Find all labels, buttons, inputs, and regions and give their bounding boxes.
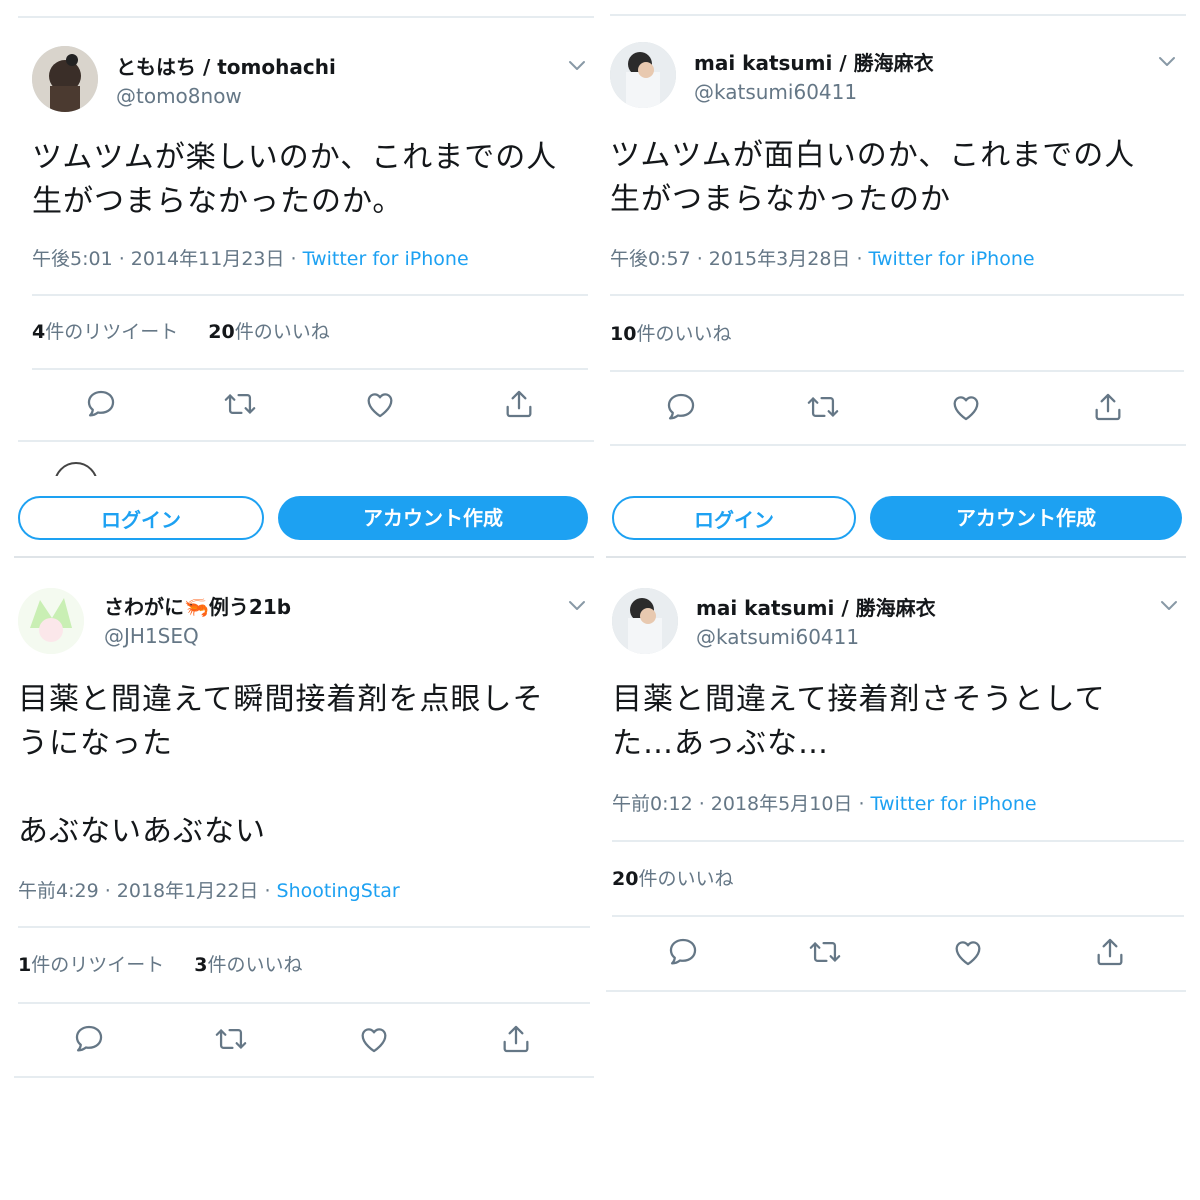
tweet-timestamp: 午前0:12 · 2018年5月10日 · bbox=[612, 793, 871, 815]
divider bbox=[14, 1076, 594, 1078]
panel-divider bbox=[606, 556, 1186, 558]
tweet-text: ツムツムが楽しいのか、これまでの人 生がつまらなかったのか。 bbox=[32, 140, 558, 219]
reply-icon[interactable] bbox=[666, 935, 700, 969]
avatar[interactable] bbox=[610, 42, 676, 108]
divider bbox=[18, 1002, 590, 1004]
tweet-text: ツムツムが面白いのか、これまでの人 生がつまらなかったのか bbox=[610, 138, 1136, 217]
tweet-card-2: mai katsumi / 勝海麻衣 @katsumi60411 ツムツムが面白… bbox=[606, 0, 1186, 560]
divider bbox=[18, 440, 594, 442]
user-handle[interactable]: @katsumi60411 bbox=[696, 624, 859, 650]
retweet-count[interactable]: 1件のリツイート bbox=[18, 954, 164, 976]
chevron-down-icon[interactable] bbox=[568, 600, 586, 612]
user-handle[interactable]: @tomo8now bbox=[116, 83, 242, 109]
tweet-timestamp: 午前4:29 · 2018年1月22日 · bbox=[18, 880, 277, 902]
tweet-text: 目薬と間違えて瞬間接着剤を点眼しそ うになった あぶないあぶない bbox=[18, 682, 544, 849]
tweet-timestamp: 午後5:01 · 2014年11月23日 · bbox=[32, 248, 303, 270]
tweet-meta: 午前0:12 · 2018年5月10日 · Twitter for iPhone bbox=[612, 791, 1037, 817]
login-button[interactable]: ログイン bbox=[18, 496, 264, 540]
like-count[interactable]: 3件のいいね bbox=[194, 954, 302, 976]
tweet-source-link[interactable]: ShootingStar bbox=[277, 880, 400, 902]
heart-icon[interactable] bbox=[949, 390, 983, 424]
tweet-stats: 20件のいいね bbox=[612, 866, 733, 892]
user-handle[interactable]: @katsumi60411 bbox=[694, 79, 857, 105]
avatar[interactable] bbox=[32, 46, 98, 112]
signup-button[interactable]: アカウント作成 bbox=[278, 496, 588, 540]
tweet-card-1: ともはち / tomohachi @tomo8now ツムツムが楽しいのか、これ… bbox=[14, 0, 594, 560]
avatar[interactable] bbox=[612, 588, 678, 654]
divider bbox=[612, 915, 1184, 917]
tweet-source-link[interactable]: Twitter for iPhone bbox=[871, 793, 1037, 815]
retweet-count[interactable]: 4件のリツイート bbox=[32, 321, 178, 343]
like-count[interactable]: 10件のいいね bbox=[610, 323, 731, 345]
divider bbox=[612, 840, 1184, 842]
reply-icon[interactable] bbox=[84, 387, 118, 421]
display-name[interactable]: mai katsumi / 勝海麻衣 bbox=[694, 50, 934, 76]
next-tweet-peek bbox=[44, 458, 104, 476]
tweet-meta: 午後5:01 · 2014年11月23日 · Twitter for iPhon… bbox=[32, 246, 469, 272]
tweet-card-4: mai katsumi / 勝海麻衣 @katsumi60411 目薬と間違えて… bbox=[606, 560, 1186, 1000]
tweet-text: 目薬と間違えて接着剤さそうとして た…あっぶな… bbox=[612, 682, 1106, 761]
chevron-down-icon[interactable] bbox=[568, 60, 586, 72]
tweet-source-link[interactable]: Twitter for iPhone bbox=[303, 248, 469, 270]
divider bbox=[606, 990, 1186, 992]
like-count[interactable]: 20件のいいね bbox=[612, 868, 733, 890]
login-button[interactable]: ログイン bbox=[612, 496, 856, 540]
chevron-down-icon[interactable] bbox=[1160, 600, 1178, 612]
retweet-icon[interactable] bbox=[214, 1022, 248, 1056]
tweet-stats: 1件のリツイート 3件のいいね bbox=[18, 952, 303, 978]
panel-divider bbox=[14, 556, 594, 558]
divider bbox=[18, 926, 590, 928]
share-icon[interactable] bbox=[499, 1022, 533, 1056]
tweet-source-link[interactable]: Twitter for iPhone bbox=[869, 248, 1035, 270]
signup-button[interactable]: アカウント作成 bbox=[870, 496, 1182, 540]
tweet-meta: 午前4:29 · 2018年1月22日 · ShootingStar bbox=[18, 878, 400, 904]
top-divider bbox=[610, 14, 1186, 16]
reply-icon[interactable] bbox=[664, 390, 698, 424]
share-icon[interactable] bbox=[1093, 935, 1127, 969]
reply-icon[interactable] bbox=[72, 1022, 106, 1056]
divider bbox=[610, 294, 1184, 296]
tweet-meta: 午後0:57 · 2015年3月28日 · Twitter for iPhone bbox=[610, 246, 1035, 272]
tweet-stats: 4件のリツイート 20件のいいね bbox=[32, 319, 330, 345]
share-icon[interactable] bbox=[502, 387, 536, 421]
divider bbox=[32, 368, 588, 370]
share-icon[interactable] bbox=[1091, 390, 1125, 424]
like-count[interactable]: 20件のいいね bbox=[208, 321, 329, 343]
display-name[interactable]: mai katsumi / 勝海麻衣 bbox=[696, 595, 936, 621]
display-name[interactable]: ともはち / tomohachi bbox=[116, 54, 336, 80]
retweet-icon[interactable] bbox=[808, 935, 842, 969]
tweet-timestamp: 午後0:57 · 2015年3月28日 · bbox=[610, 248, 869, 270]
heart-icon[interactable] bbox=[357, 1022, 391, 1056]
user-handle[interactable]: @JH1SEQ bbox=[104, 623, 199, 649]
display-name[interactable]: さわがに🦐例う21b bbox=[104, 594, 291, 620]
divider bbox=[32, 294, 588, 296]
heart-icon[interactable] bbox=[363, 387, 397, 421]
divider bbox=[610, 444, 1186, 446]
tweet-stats: 10件のいいね bbox=[610, 321, 731, 347]
retweet-icon[interactable] bbox=[806, 390, 840, 424]
avatar[interactable] bbox=[18, 588, 84, 654]
tweet-card-3: さわがに🦐例う21b @JH1SEQ 目薬と間違えて瞬間接着剤を点眼しそ うにな… bbox=[14, 560, 594, 1080]
heart-icon[interactable] bbox=[951, 935, 985, 969]
retweet-icon[interactable] bbox=[223, 387, 257, 421]
top-divider bbox=[18, 16, 594, 18]
chevron-down-icon[interactable] bbox=[1158, 56, 1176, 68]
divider bbox=[610, 370, 1184, 372]
